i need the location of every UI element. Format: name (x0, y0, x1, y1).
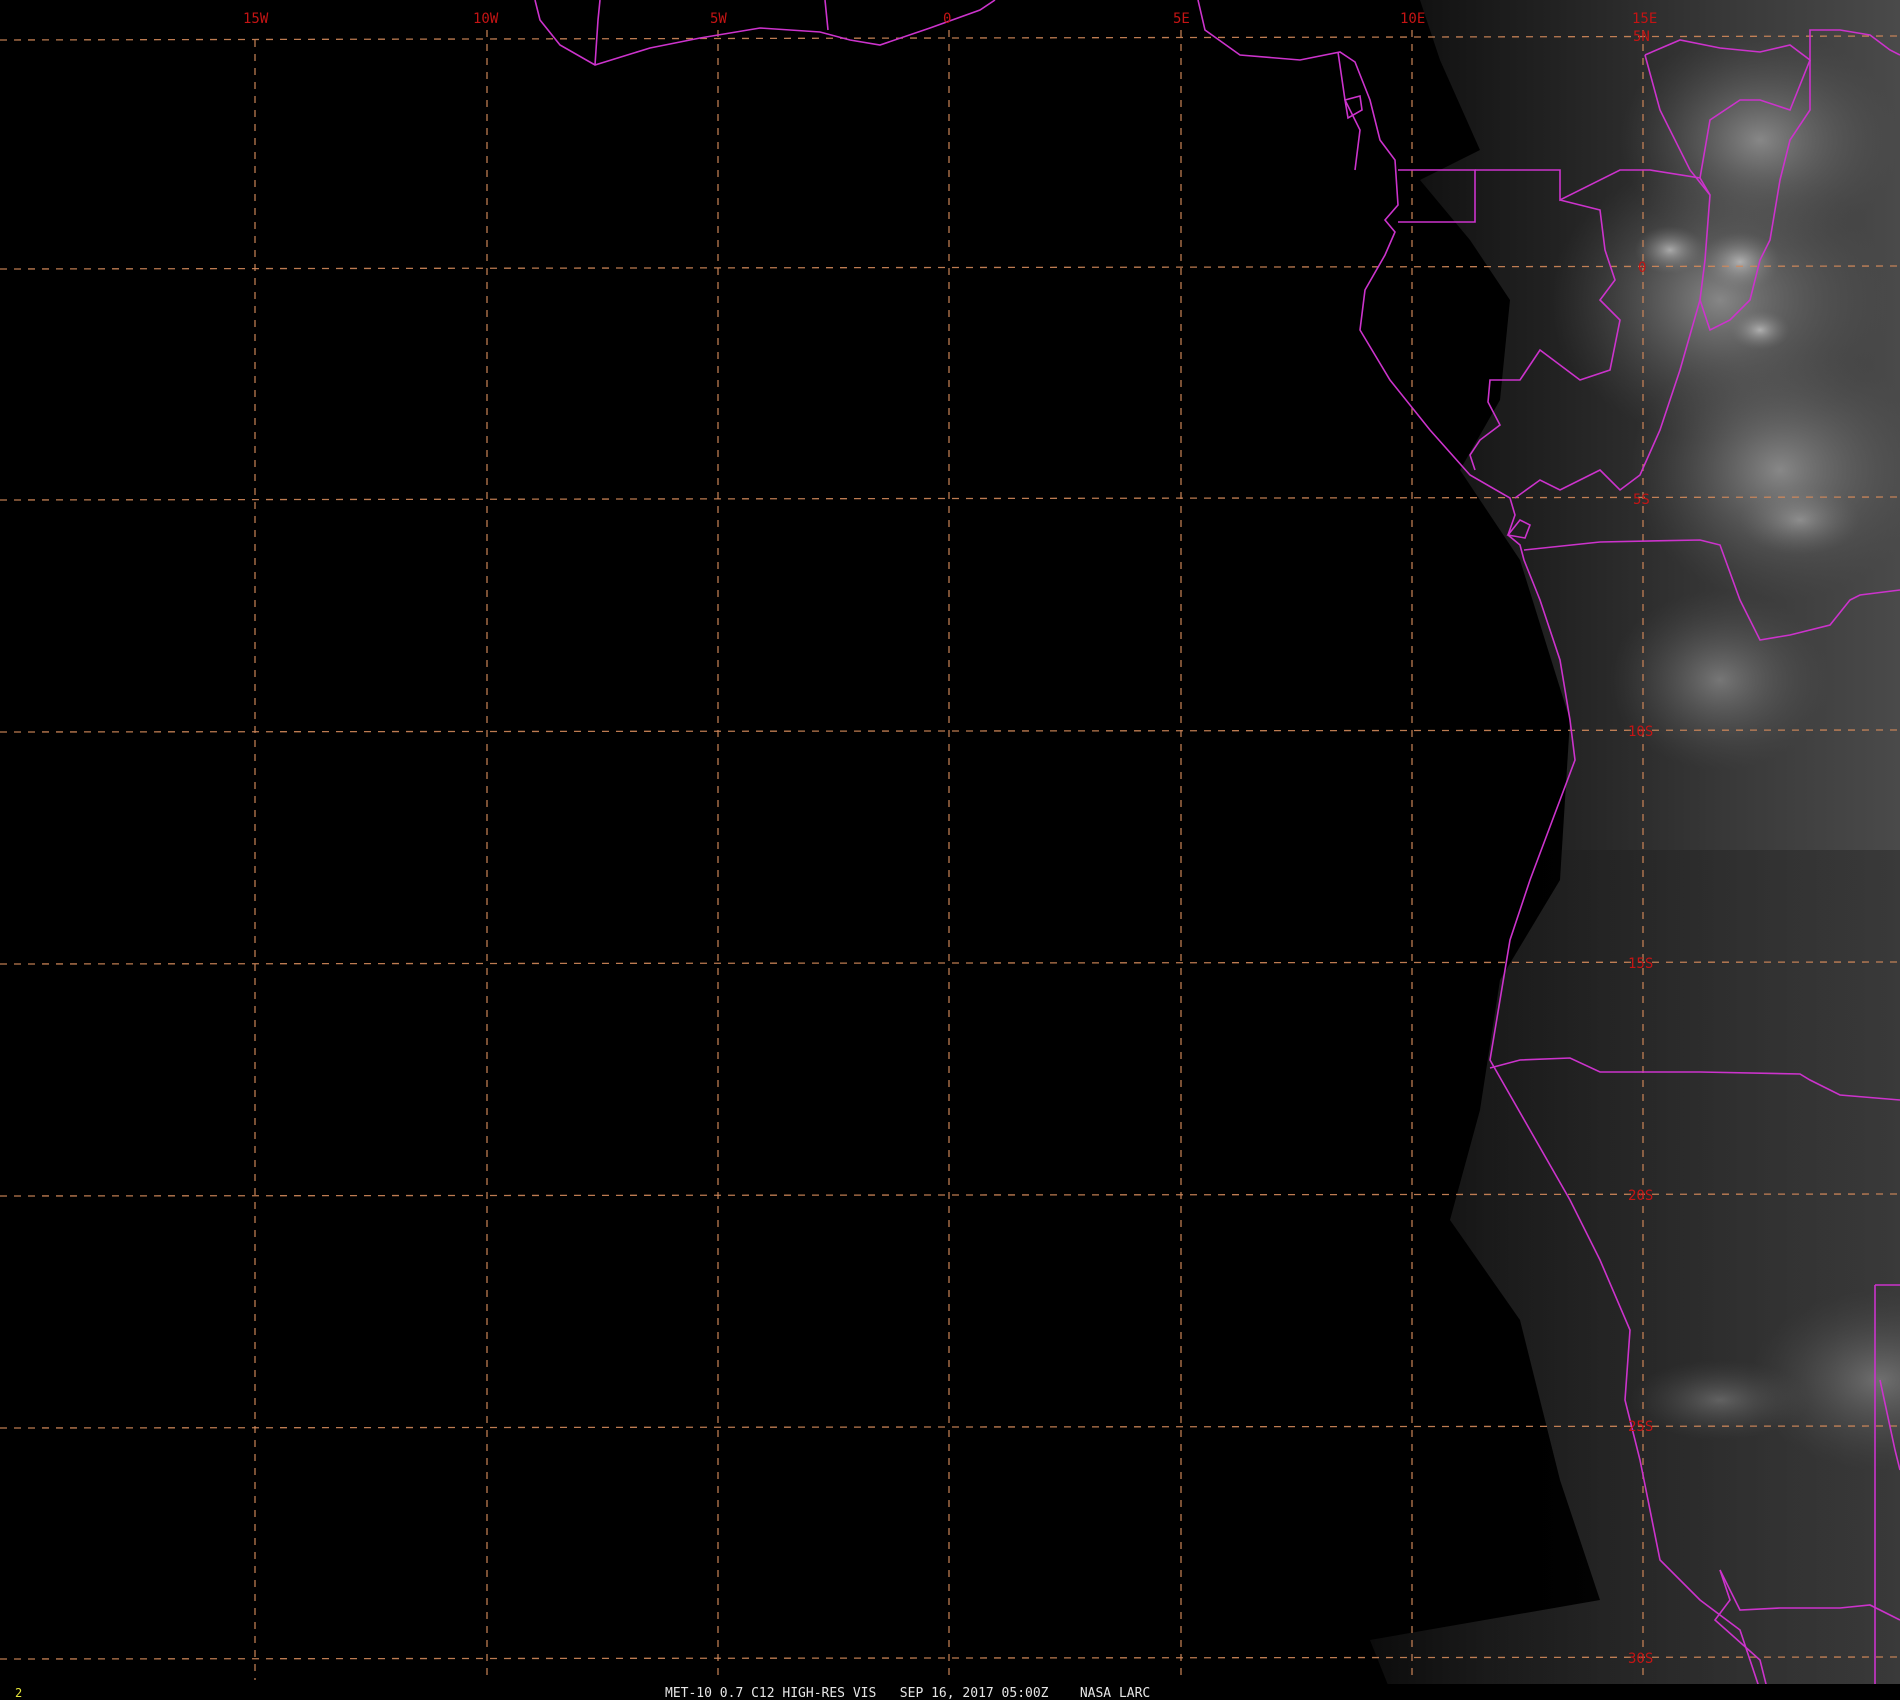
lat-label-25s: 25S (1628, 1419, 1653, 1435)
lon-label-15e: 15E (1632, 11, 1657, 27)
lon-label-15w: 15W (243, 11, 269, 27)
lat-label-30s: 30S (1628, 1651, 1653, 1667)
image-caption: MET-10 0.7 C12 HIGH-RES VIS SEP 16, 2017… (665, 1686, 1150, 1700)
lat-label-15s: 15S (1628, 956, 1653, 972)
frame-number: 2 (15, 1686, 22, 1700)
lat-label-0: 0 (1638, 260, 1646, 276)
lon-label-5w: 5W (710, 11, 727, 27)
lon-label-0: 0 (943, 11, 951, 27)
lat-label-10s: 10S (1628, 724, 1653, 740)
lon-label-5e: 5E (1173, 11, 1190, 27)
lat-label-5s: 5S (1633, 492, 1650, 508)
lat-label-20s: 20S (1628, 1188, 1653, 1204)
lon-label-10w: 10W (473, 11, 499, 27)
lon-label-10e: 10E (1400, 11, 1425, 27)
satellite-map: 15W 10W 5W 0 5E 10E 15E 5N 0 5S 10S 15S … (0, 0, 1900, 1700)
lat-label-5n: 5N (1633, 29, 1650, 45)
